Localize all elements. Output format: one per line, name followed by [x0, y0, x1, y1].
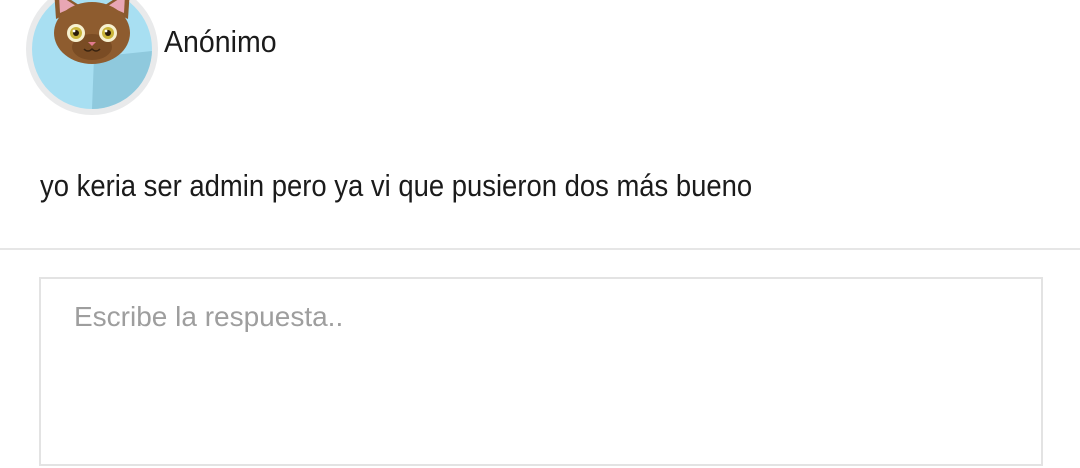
comment-text: yo keria ser admin pero ya vi que pusier…: [40, 168, 753, 203]
divider: [0, 248, 1080, 250]
comment-author: Anónimo: [164, 24, 277, 59]
comment-card: Anónimo yo keria ser admin pero ya vi qu…: [0, 0, 1080, 468]
reply-input[interactable]: [39, 277, 1043, 466]
cat-avatar-icon: [32, 0, 152, 109]
avatar[interactable]: [26, 0, 158, 115]
